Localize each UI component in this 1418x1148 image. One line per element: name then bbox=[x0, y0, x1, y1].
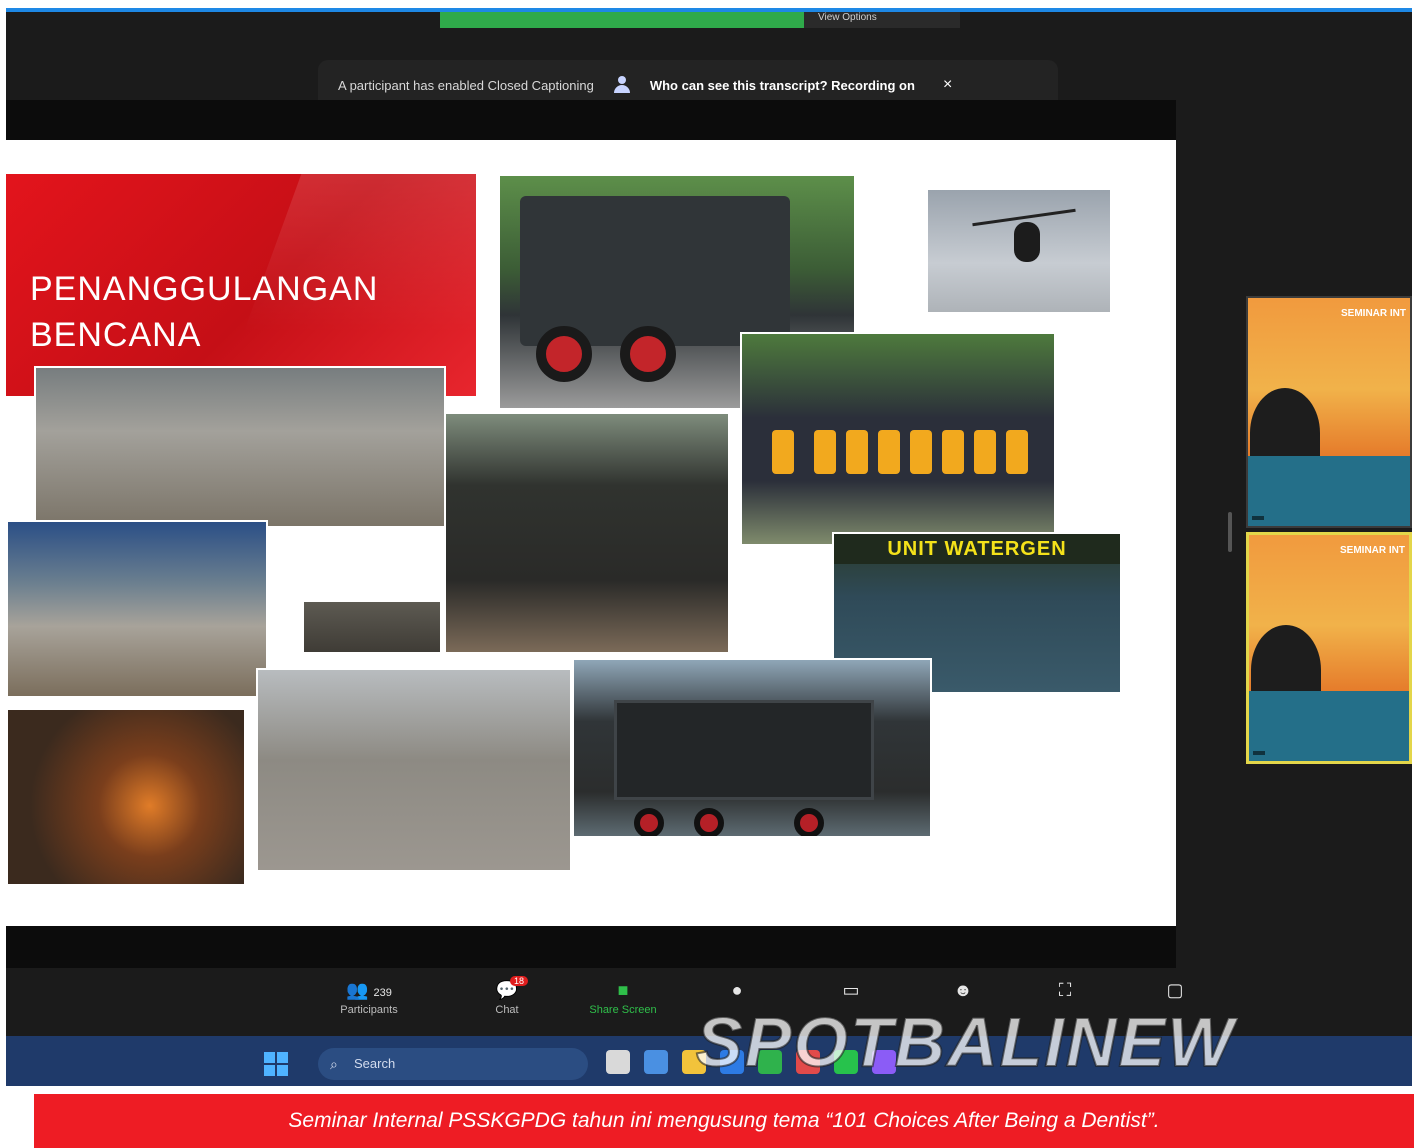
photo-disaster-site bbox=[34, 366, 446, 528]
view-options-button[interactable]: View Options bbox=[804, 12, 960, 28]
record-button[interactable]: ● bbox=[692, 976, 782, 1004]
taskbar-search[interactable]: ⌕ Search bbox=[318, 1048, 588, 1080]
water-unit-title: UNIT WATERGEN bbox=[834, 534, 1120, 564]
participants-label: Participants bbox=[340, 1004, 398, 1016]
photo-helicopter bbox=[926, 188, 1112, 314]
participant-video-tile[interactable]: SEMINAR INT bbox=[1246, 296, 1412, 528]
zoom-window: View Options A participant has enabled C… bbox=[6, 8, 1412, 1086]
slide-title-block: PENANGGULANGAN BENCANA bbox=[6, 174, 476, 396]
participant-name bbox=[1252, 516, 1264, 520]
chat-button[interactable]: 💬 18 Chat bbox=[462, 976, 552, 1016]
whiteboard-button[interactable]: ▢ bbox=[1130, 976, 1220, 1004]
participants-button[interactable]: 👥 239 Participants bbox=[324, 976, 414, 1016]
app-icon[interactable] bbox=[606, 1050, 630, 1074]
captions-button[interactable]: ▭ bbox=[806, 976, 896, 1004]
participants-icon: 👥 239 bbox=[346, 980, 392, 1000]
cc-notice-text: A participant has enabled Closed Caption… bbox=[338, 77, 594, 93]
person-icon bbox=[612, 75, 632, 95]
transcript-info-link[interactable]: Who can see this transcript? Recording o… bbox=[650, 78, 915, 93]
reactions-icon: ☻ bbox=[953, 980, 973, 1000]
share-screen-icon: ■ bbox=[617, 980, 629, 1000]
whiteboard-icon: ▢ bbox=[1166, 980, 1184, 1000]
presentation-slide: PENANGGULANGAN BENCANA UNIT WATERGEN bbox=[6, 140, 1176, 926]
record-icon: ● bbox=[731, 980, 743, 1000]
search-placeholder: Search bbox=[354, 1056, 396, 1071]
article-image: View Options A participant has enabled C… bbox=[0, 0, 1418, 1148]
chat-badge: 18 bbox=[510, 976, 529, 986]
tile-heading: SEMINAR INT bbox=[1341, 308, 1406, 319]
site-watermark: SPOTBALINEW bbox=[695, 1002, 1236, 1082]
windows-start-icon[interactable] bbox=[264, 1052, 288, 1076]
chat-label: Chat bbox=[495, 1004, 519, 1016]
participant-name bbox=[1253, 751, 1265, 755]
screen-share-area: PENANGGULANGAN BENCANA UNIT WATERGEN bbox=[6, 100, 1176, 970]
participant-video-tile[interactable]: SEMINAR INT bbox=[1246, 532, 1412, 764]
chat-icon: 💬 bbox=[495, 980, 519, 1000]
photo-rescue-team bbox=[740, 332, 1056, 546]
share-screen-button[interactable]: ■ Share Screen bbox=[578, 976, 668, 1016]
panel-resize-handle[interactable] bbox=[1228, 512, 1232, 552]
top-banner: View Options bbox=[440, 12, 960, 28]
photo-water-truck bbox=[572, 658, 932, 838]
top-banner-status bbox=[440, 12, 804, 28]
photo-ground-detail bbox=[302, 600, 442, 654]
slide-title: PENANGGULANGAN BENCANA bbox=[30, 270, 379, 354]
participants-count: 239 bbox=[373, 987, 392, 999]
captions-icon: ▭ bbox=[842, 980, 860, 1000]
tile-heading: SEMINAR INT bbox=[1340, 545, 1405, 556]
photo-field-kitchen-truck bbox=[444, 412, 730, 654]
app-icon[interactable] bbox=[644, 1050, 668, 1074]
photo-cave-rescue bbox=[6, 708, 246, 886]
photo-caption: Seminar Internal PSSKGPDG tahun ini meng… bbox=[34, 1094, 1414, 1148]
photo-stretcher-evacuation bbox=[256, 668, 572, 872]
apps-icon: ⛶ bbox=[1058, 980, 1072, 1000]
close-icon[interactable]: × bbox=[943, 76, 952, 94]
reactions-button[interactable]: ☻ bbox=[918, 976, 1008, 1004]
search-icon: ⌕ bbox=[330, 1056, 338, 1072]
photo-evacuation-crew bbox=[6, 520, 268, 698]
share-screen-label: Share Screen bbox=[589, 1004, 657, 1016]
apps-button[interactable]: ⛶ bbox=[1020, 976, 1110, 1004]
